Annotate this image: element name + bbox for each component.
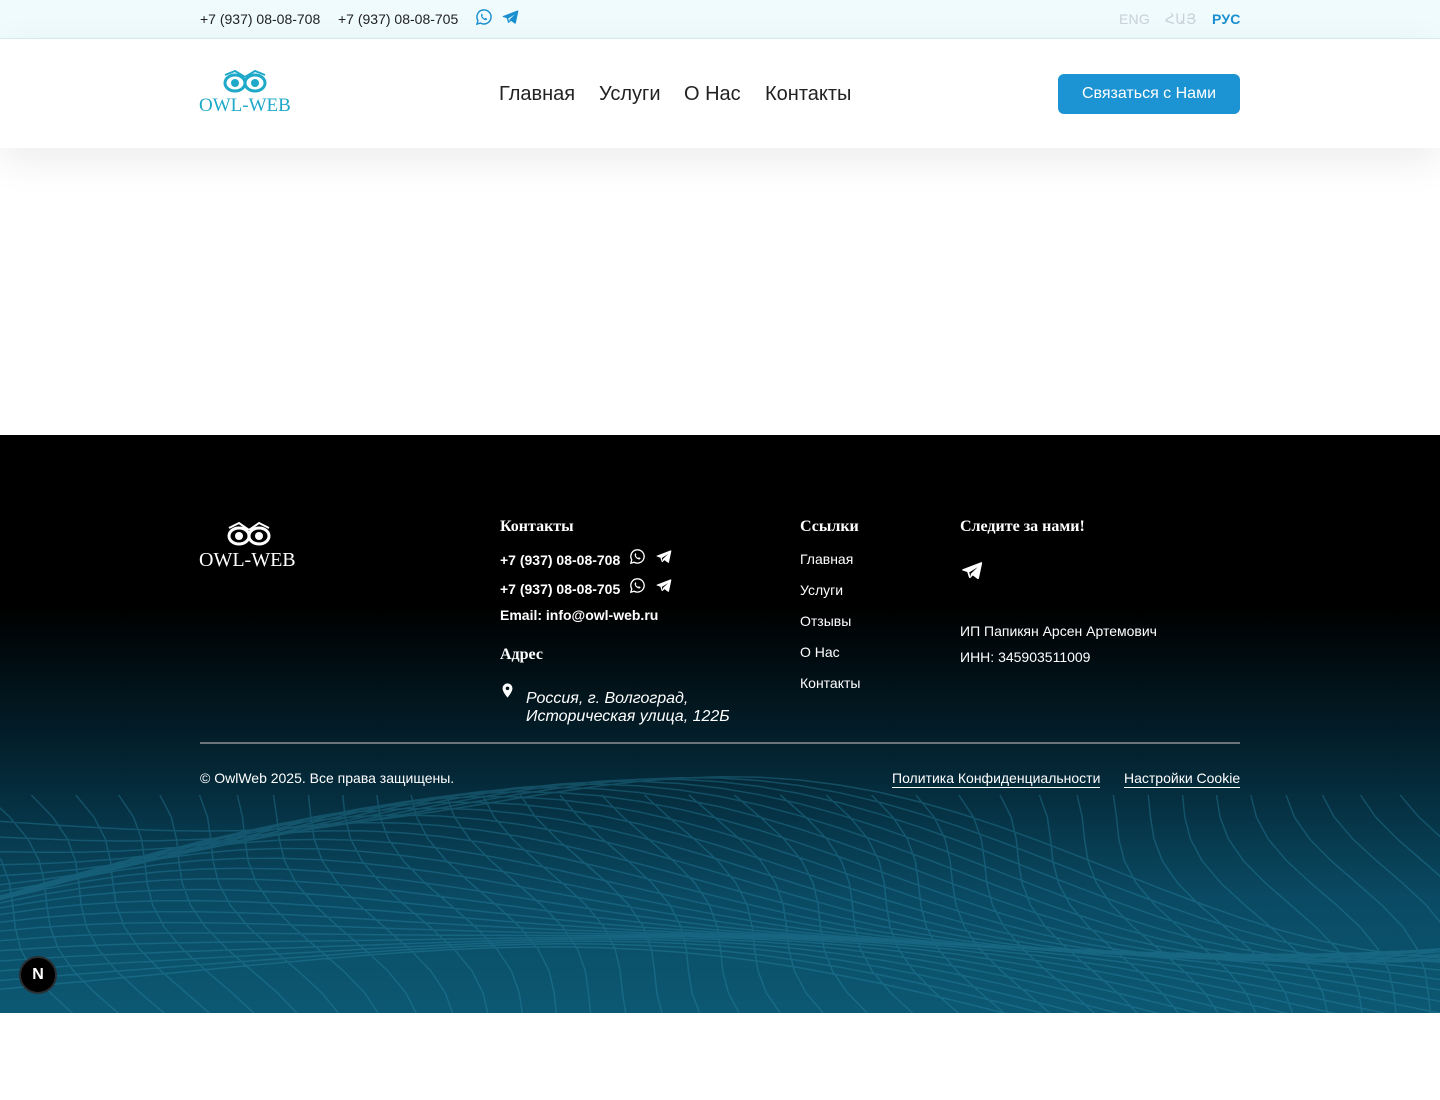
owl-logo-icon: OWL-WEB	[199, 69, 291, 116]
footer-phone-2[interactable]: +7 (937) 08-08-705	[500, 581, 620, 597]
address-line-2: Историческая улица, 122Б	[526, 708, 730, 725]
footer-divider	[200, 742, 1240, 744]
address-heading: Адрес	[500, 646, 543, 663]
telegram-icon[interactable]	[959, 559, 984, 582]
follow-heading: Следите за нами!	[960, 518, 1085, 535]
contact-us-button[interactable]: Связаться с Нами	[1058, 74, 1240, 114]
lang-arm[interactable]: ՀԱՅ	[1165, 11, 1197, 28]
header-logo[interactable]: OWL-WEB	[199, 69, 299, 119]
contacts-heading: Контакты	[500, 518, 574, 535]
telegram-icon[interactable]	[655, 577, 672, 594]
footer-address: Россия, г. Волгоград, Историческая улица…	[526, 690, 766, 726]
nav-contacts[interactable]: Контакты	[765, 83, 851, 106]
footer-link-contacts[interactable]: Контакты	[800, 675, 860, 691]
copyright: © OwlWeb 2025. Все права защищены.	[200, 770, 455, 786]
footer-logo[interactable]: OWL-WEB	[199, 520, 304, 570]
lang-rus[interactable]: РУС	[1212, 11, 1241, 27]
lang-eng[interactable]: ENG	[1119, 11, 1150, 27]
footer-link-home[interactable]: Главная	[800, 551, 853, 567]
footer-link-reviews[interactable]: Отзывы	[800, 613, 851, 629]
header-logo-text: OWL-WEB	[199, 95, 291, 116]
wave-mesh-lines	[0, 775, 1440, 1013]
whatsapp-icon[interactable]	[629, 577, 646, 594]
top-bar: +7 (937) 08-08-708 +7 (937) 08-08-705 EN…	[0, 0, 1440, 39]
header: OWL-WEB Главная Услуги О Нас Контакты Св…	[0, 39, 1440, 148]
topbar-phone-1[interactable]: +7 (937) 08-08-708	[200, 11, 320, 27]
footer-email[interactable]: Email: info@owl-web.ru	[500, 607, 658, 623]
cookie-settings-link[interactable]: Настройки Cookie	[1124, 770, 1241, 788]
footer: OWL-WEB Контакты +7 (937) 08-08-708 +7 (…	[0, 435, 1440, 1013]
links-heading: Ссылки	[800, 518, 859, 535]
owner-name: ИП Папикян Арсен Артемович	[960, 623, 1157, 639]
footer-logo-text: OWL-WEB	[199, 549, 296, 570]
footer-link-about[interactable]: О Нас	[800, 644, 840, 660]
nav-services[interactable]: Услуги	[599, 83, 661, 106]
telegram-icon[interactable]	[501, 8, 519, 26]
location-pin-icon	[502, 683, 513, 698]
whatsapp-icon[interactable]	[475, 8, 493, 26]
privacy-policy-link[interactable]: Политика Конфиденциальности	[892, 770, 1101, 788]
topbar-phone-2[interactable]: +7 (937) 08-08-705	[338, 11, 458, 27]
dev-tools-badge[interactable]: N	[19, 956, 57, 994]
nav-home[interactable]: Главная	[499, 83, 575, 106]
whatsapp-icon[interactable]	[629, 548, 646, 565]
footer-phone-1[interactable]: +7 (937) 08-08-708	[500, 552, 620, 568]
telegram-icon[interactable]	[655, 548, 672, 565]
nav-about[interactable]: О Нас	[684, 83, 741, 106]
inn-number: ИНН: 345903511009	[960, 649, 1091, 665]
footer-link-services[interactable]: Услуги	[800, 582, 843, 598]
address-line-1: Россия, г. Волгоград,	[526, 690, 689, 707]
